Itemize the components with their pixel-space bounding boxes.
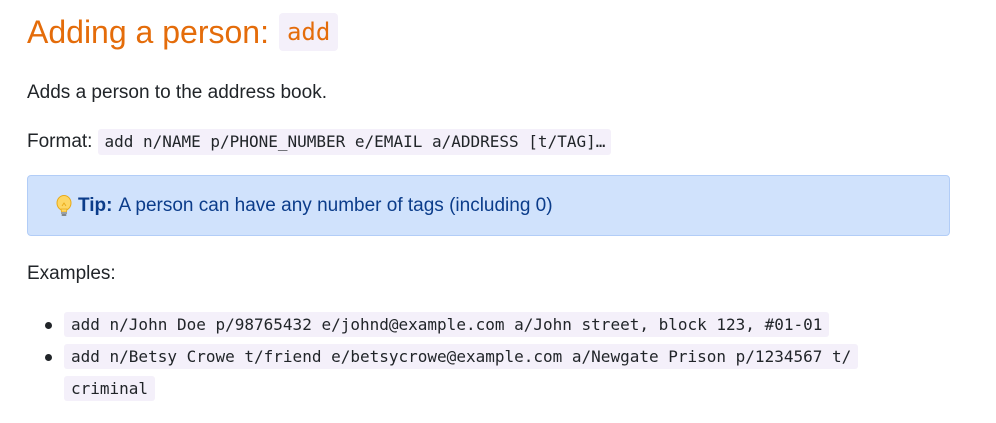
heading-text: Adding a person: bbox=[27, 14, 269, 50]
example-code-line-2: criminal bbox=[64, 376, 156, 401]
tip-text: A person can have any number of tags (in… bbox=[118, 194, 553, 216]
example-code: add n/John Doe p/98765432 e/johnd@exampl… bbox=[64, 312, 830, 337]
section-heading: Adding a person: add bbox=[27, 12, 339, 52]
bullet bbox=[45, 322, 52, 329]
list-item: add n/John Doe p/98765432 e/johnd@exampl… bbox=[27, 310, 952, 342]
lightbulb-icon bbox=[54, 193, 74, 219]
format-label: Format: bbox=[27, 131, 93, 152]
intro-paragraph: Adds a person to the address book. bbox=[27, 82, 327, 103]
heading-command-code: add bbox=[278, 13, 339, 51]
example-code-line-1: add n/Betsy Crowe t/friend e/betsycrowe@… bbox=[64, 344, 859, 369]
format-paragraph: Format: add n/NAME p/PHONE_NUMBER e/EMAI… bbox=[27, 129, 612, 155]
tip-label: Tip: bbox=[78, 194, 113, 216]
examples-list: add n/John Doe p/98765432 e/johnd@exampl… bbox=[27, 310, 952, 406]
bullet bbox=[45, 354, 52, 361]
tip-box: Tip: A person can have any number of tag… bbox=[27, 175, 950, 236]
list-item: add n/Betsy Crowe t/friend e/betsycrowe@… bbox=[27, 342, 952, 406]
examples-label: Examples: bbox=[27, 263, 116, 284]
format-code: add n/NAME p/PHONE_NUMBER e/EMAIL a/ADDR… bbox=[98, 129, 612, 155]
